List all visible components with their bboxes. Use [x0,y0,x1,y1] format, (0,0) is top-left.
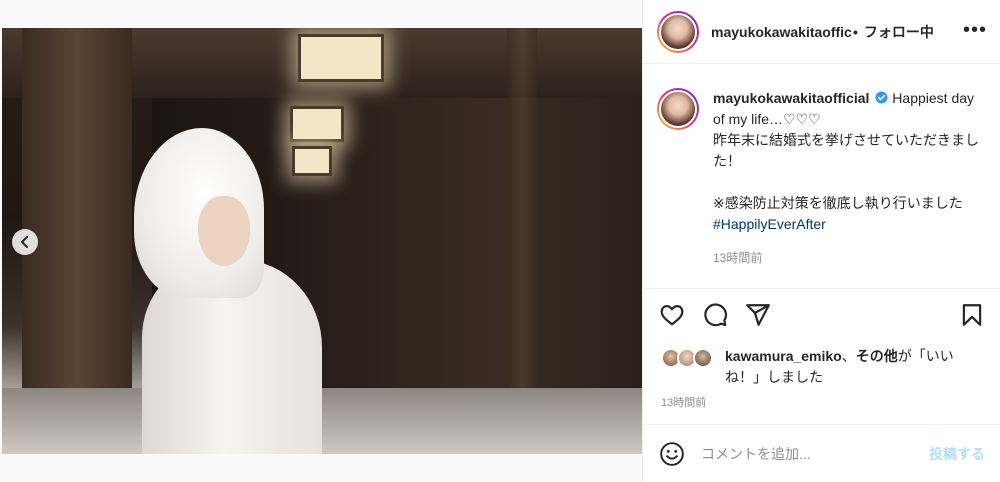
paper-plane-icon [746,304,770,326]
heart-icon [660,305,684,326]
author-username[interactable]: mayukokawakitaoffic [711,24,851,40]
caption-line-2: 昨年末に結婚式を挙げさせていただきました！ [713,132,979,169]
photo-lantern-1 [298,34,384,82]
liker-avatars [661,348,721,370]
post-photo[interactable] [2,28,642,454]
save-button[interactable] [959,302,985,328]
more-options-icon[interactable]: ••• [963,20,987,40]
comment-bar: 投稿する [643,425,1000,482]
verified-badge-icon [875,91,888,104]
comment-icon [704,303,728,327]
photo-lantern-3 [292,146,332,176]
instagram-post-modal: mayukokawakitaoffic • フォロー中 ••• mayukoka… [0,0,1000,482]
caption-username[interactable]: mayukokawakitaofficial [713,90,869,106]
post-side-panel: mayukokawakitaoffic • フォロー中 ••• mayukoka… [642,0,1000,482]
divider [643,288,1000,289]
post-caption: mayukokawakitaofficial Happiest day of m… [657,88,987,266]
post-comment-button[interactable]: 投稿する [929,444,985,464]
likes-others-link[interactable]: その他 [856,348,898,364]
caption-line-3: ※感染防止対策を徹底し執り行いました [713,195,963,211]
likes-text: kawamura_emiko、その他が「いいね！」しました [725,346,981,388]
smiley-icon[interactable] [659,441,685,467]
photo-lantern-2 [290,106,344,142]
like-button[interactable] [659,302,685,328]
likes-separator: 、 [841,348,856,364]
bookmark-icon [962,304,982,326]
caption-author-avatar[interactable] [657,88,699,130]
photo-floor [2,388,642,454]
comment-input[interactable] [701,445,901,462]
post-header: mayukokawakitaoffic • フォロー中 ••• [643,0,1000,64]
photo-bride-face [198,196,250,266]
following-button[interactable]: フォロー中 [864,22,934,42]
caption-timestamp: 13時間前 [713,251,763,265]
caption-hashtag[interactable]: #HappilyEverAfter [713,216,826,232]
carousel-prev-button[interactable] [12,229,38,255]
header-separator: • [853,23,858,40]
likes-summary: kawamura_emiko、その他が「いいね！」しました [661,346,981,388]
share-button[interactable] [745,302,771,328]
chevron-left-icon [21,236,28,248]
post-actions [659,302,989,330]
caption-text: mayukokawakitaofficial Happiest day of m… [713,88,987,235]
author-avatar[interactable] [657,10,699,53]
liker-username[interactable]: kawamura_emiko [725,348,842,364]
comment-button[interactable] [702,302,728,328]
post-timestamp: 13時間前 [661,397,707,409]
liker-avatar[interactable] [693,348,713,368]
